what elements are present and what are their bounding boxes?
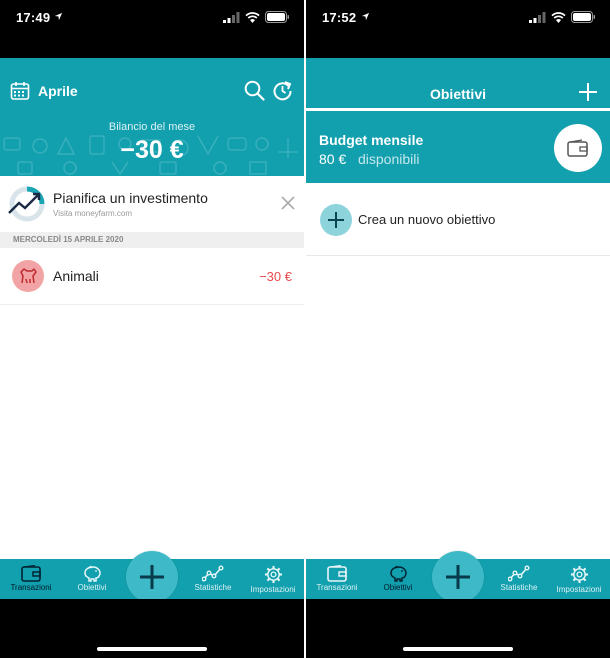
plus-icon (140, 565, 164, 589)
status-time: 17:52 (322, 10, 357, 25)
budget-title: Budget mensile (319, 132, 424, 148)
plus-icon (446, 565, 470, 589)
wallet-icon (21, 565, 41, 582)
transaction-amount: −30 € (259, 269, 292, 284)
status-time: 17:49 (16, 10, 51, 25)
tab-obiettivi[interactable]: Obiettivi (62, 559, 122, 599)
tab-label: Impostazioni (250, 585, 296, 594)
status-bar: 17:52 (306, 0, 610, 58)
month-selector[interactable]: Aprile (10, 81, 78, 101)
status-bar: 17:49 (0, 0, 304, 58)
close-icon[interactable] (280, 195, 296, 211)
goals-header: Obiettivi (306, 58, 610, 108)
calendar-icon (10, 82, 30, 100)
tab-impostazioni[interactable]: Impostazioni (243, 559, 303, 599)
budget-wallet-badge (554, 124, 602, 172)
gear-icon (264, 565, 282, 584)
create-goal-row[interactable]: Crea un nuovo obiettivo (306, 184, 610, 256)
tab-label: Impostazioni (556, 585, 602, 594)
wifi-icon (245, 11, 260, 23)
tab-label: Statistiche (194, 583, 232, 592)
balance-label: Bilancio del mese (108, 121, 196, 133)
promo-banner[interactable]: Pianifica un investimento Visita moneyfa… (0, 176, 304, 232)
add-transaction-button[interactable] (126, 551, 178, 603)
month-label: Aprile (38, 83, 78, 99)
create-goal-icon-container (320, 204, 352, 236)
budget-available-label: disponibili (358, 151, 420, 167)
tab-statistiche[interactable]: Statistiche (489, 559, 549, 599)
balance-value: −30 € (120, 136, 184, 164)
search-icon[interactable] (244, 80, 265, 101)
home-indicator[interactable] (403, 647, 513, 651)
add-transaction-button[interactable] (432, 551, 484, 603)
tab-label: Statistiche (500, 583, 538, 592)
tab-label: Transazioni (10, 583, 52, 592)
create-goal-label: Crea un nuovo obiettivo (358, 212, 496, 227)
month-header: Aprile Bilancio del mese −30 € (0, 58, 304, 176)
transactions-screen: 17:49 Aprile Bilancio del mese −30 € Pia… (0, 0, 304, 658)
page-title: Obiettivi (429, 86, 486, 102)
category-icon-container (12, 260, 44, 292)
add-goal-icon[interactable] (578, 82, 598, 102)
tab-statistiche[interactable]: Statistiche (183, 559, 243, 599)
wifi-icon (551, 11, 566, 23)
chart-line-icon (202, 565, 224, 582)
signal-icon (223, 11, 240, 23)
status-icons (223, 11, 290, 23)
recurring-icon[interactable] (272, 80, 293, 101)
location-arrow-icon (361, 12, 370, 21)
tab-label: Obiettivi (77, 583, 107, 592)
date-header: MERCOLEDÌ 15 APRILE 2020 (0, 232, 304, 248)
battery-icon (571, 11, 595, 23)
tab-impostazioni[interactable]: Impostazioni (549, 559, 609, 599)
piggy-bank-icon (390, 565, 407, 582)
goals-screen: 17:52 Obiettivi Budget mensile 80 € disp… (306, 0, 610, 658)
piggy-bank-icon (84, 565, 101, 582)
plus-icon (328, 212, 344, 228)
moneyfarm-logo-icon (8, 186, 45, 222)
tab-obiettivi[interactable]: Obiettivi (368, 559, 428, 599)
transaction-row[interactable]: Animali −30 € (0, 249, 304, 305)
wallet-icon (567, 139, 588, 157)
chart-line-icon (508, 565, 530, 582)
wallet-icon (327, 565, 347, 582)
battery-icon (265, 11, 289, 23)
budget-amount: 80 € (319, 151, 347, 167)
signal-icon (529, 11, 546, 23)
status-icons (529, 11, 596, 23)
promo-title: Pianifica un investimento (53, 190, 208, 206)
tab-label: Obiettivi (383, 583, 413, 592)
tab-label: Transazioni (316, 583, 358, 592)
promo-subtitle: Visita moneyfarm.com (53, 209, 132, 218)
gear-icon (570, 565, 588, 584)
budget-card[interactable]: Budget mensile 80 € disponibili (306, 111, 610, 183)
transaction-category: Animali (53, 268, 99, 284)
tab-transazioni[interactable]: Transazioni (307, 559, 367, 599)
dog-icon (20, 268, 37, 284)
home-indicator[interactable] (97, 647, 207, 651)
location-arrow-icon (54, 12, 63, 21)
tab-transazioni[interactable]: Transazioni (1, 559, 61, 599)
